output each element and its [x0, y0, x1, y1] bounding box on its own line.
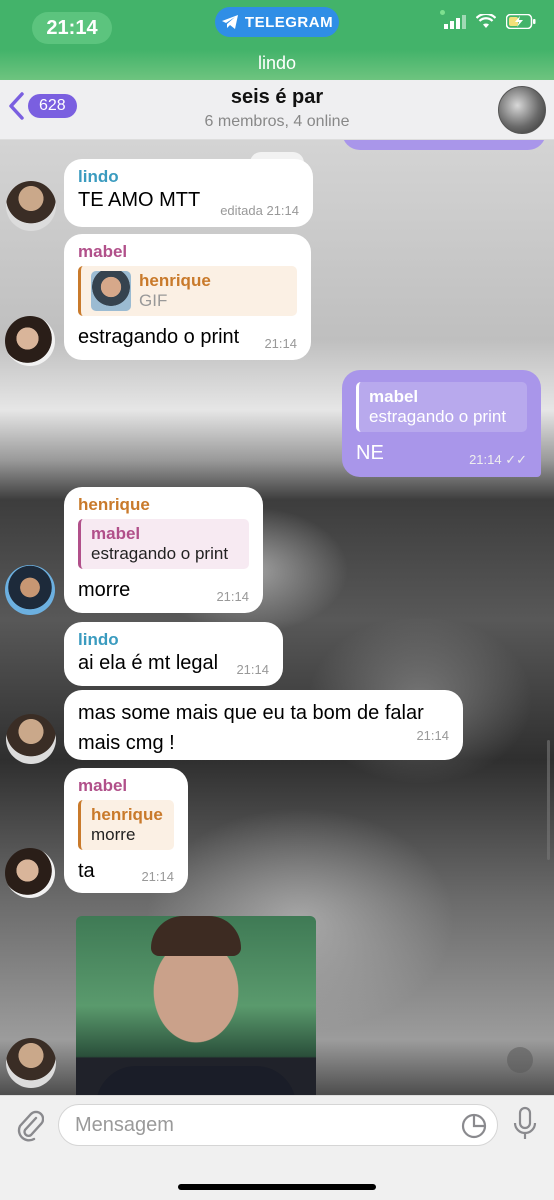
message-text-line: mais cmg !: [78, 732, 175, 754]
message-input[interactable]: [75, 1105, 435, 1145]
microphone-icon[interactable]: [512, 1106, 538, 1142]
avatar-henrique[interactable]: [5, 565, 55, 615]
message-time: 21:14 ✓✓: [469, 452, 527, 467]
message-bubble[interactable]: lindo ai ela é mt legal 21:14: [64, 622, 283, 686]
chat-header: 628 seis é par 6 membros, 4 online: [0, 80, 554, 140]
status-time: 21:14: [32, 12, 112, 44]
avatar-lindo[interactable]: [6, 714, 56, 764]
sender-name: lindo: [78, 630, 119, 649]
reply-sender: henrique: [139, 271, 211, 290]
reply-preview[interactable]: henrique GIF: [78, 266, 297, 316]
message-bubble[interactable]: henrique mabel estragando o print morre …: [64, 487, 263, 613]
avatar-mabel[interactable]: [5, 316, 55, 366]
group-avatar[interactable]: [498, 86, 546, 134]
signal-icon: [444, 14, 466, 29]
reply-sender: mabel: [91, 524, 141, 543]
reply-text: morre: [91, 825, 136, 844]
message-list[interactable]: lindo TE AMO MTT editada 21:14 mabel hen…: [0, 140, 554, 1095]
photo-message[interactable]: [76, 916, 316, 1095]
avatar-lindo[interactable]: [6, 1038, 56, 1088]
wifi-icon: [476, 14, 496, 28]
message-field[interactable]: [58, 1104, 498, 1146]
reply-text: estragando o print: [91, 544, 229, 563]
reply-preview[interactable]: mabel estragando o print: [78, 519, 249, 569]
sender-name: mabel: [78, 242, 128, 261]
gif-thumbnail: [91, 271, 131, 311]
photo-hair-shape: [151, 916, 241, 956]
avatar-mabel[interactable]: [5, 848, 55, 898]
reply-sender: mabel: [369, 387, 419, 406]
home-indicator[interactable]: [178, 1184, 376, 1190]
message-time: 21:14: [141, 869, 174, 884]
input-bar: [0, 1095, 554, 1200]
message-time: editada 21:14: [220, 203, 299, 218]
chat-subtitle: 6 membros, 4 online: [204, 113, 350, 130]
scroll-down-button[interactable]: [507, 1047, 533, 1073]
message-time: 21:14: [416, 728, 449, 743]
status-icons: [444, 14, 536, 29]
chat-title[interactable]: seis é par: [0, 86, 554, 109]
message-time: 21:14: [236, 662, 269, 677]
reply-preview[interactable]: mabel estragando o print: [356, 382, 527, 432]
reply-text: GIF: [139, 291, 168, 310]
paperclip-icon[interactable]: [14, 1108, 44, 1142]
telegram-icon: [221, 15, 238, 29]
message-bubble[interactable]: mabel henrique morre ta 21:14: [64, 768, 188, 893]
message-time: 21:14: [264, 336, 297, 351]
scrollbar[interactable]: [547, 740, 550, 860]
status-bar: 21:14 TELEGRAM: [0, 0, 554, 50]
sender-name: mabel: [78, 776, 128, 795]
message-bubble[interactable]: lindo TE AMO MTT editada 21:14: [64, 159, 313, 227]
message-bubble[interactable]: mabel henrique GIF estragando o print 21…: [64, 234, 311, 360]
reply-sender: henrique: [91, 805, 163, 824]
message-text-line: mas some mais que eu ta bom de falar: [78, 702, 424, 724]
sender-name: henrique: [78, 495, 150, 514]
avatar-lindo[interactable]: [6, 181, 56, 231]
reply-text: estragando o print: [369, 407, 507, 426]
battery-charging-icon: [506, 14, 536, 29]
active-call-chat-name[interactable]: lindo: [0, 50, 554, 80]
reply-preview[interactable]: henrique morre: [78, 800, 174, 850]
sticker-icon[interactable]: [461, 1113, 487, 1139]
photo-shirt-shape: [96, 1066, 296, 1095]
app-pill-label: TELEGRAM: [244, 13, 334, 31]
message-bubble[interactable]: mas some mais que eu ta bom de falar mai…: [64, 690, 463, 760]
message-bubble-partial[interactable]: [342, 140, 546, 150]
message-time: 21:14: [216, 589, 249, 604]
sender-name: lindo: [78, 167, 119, 186]
message-bubble-outgoing[interactable]: mabel estragando o print NE 21:14 ✓✓: [342, 370, 541, 477]
return-to-app-pill[interactable]: TELEGRAM: [215, 7, 339, 37]
